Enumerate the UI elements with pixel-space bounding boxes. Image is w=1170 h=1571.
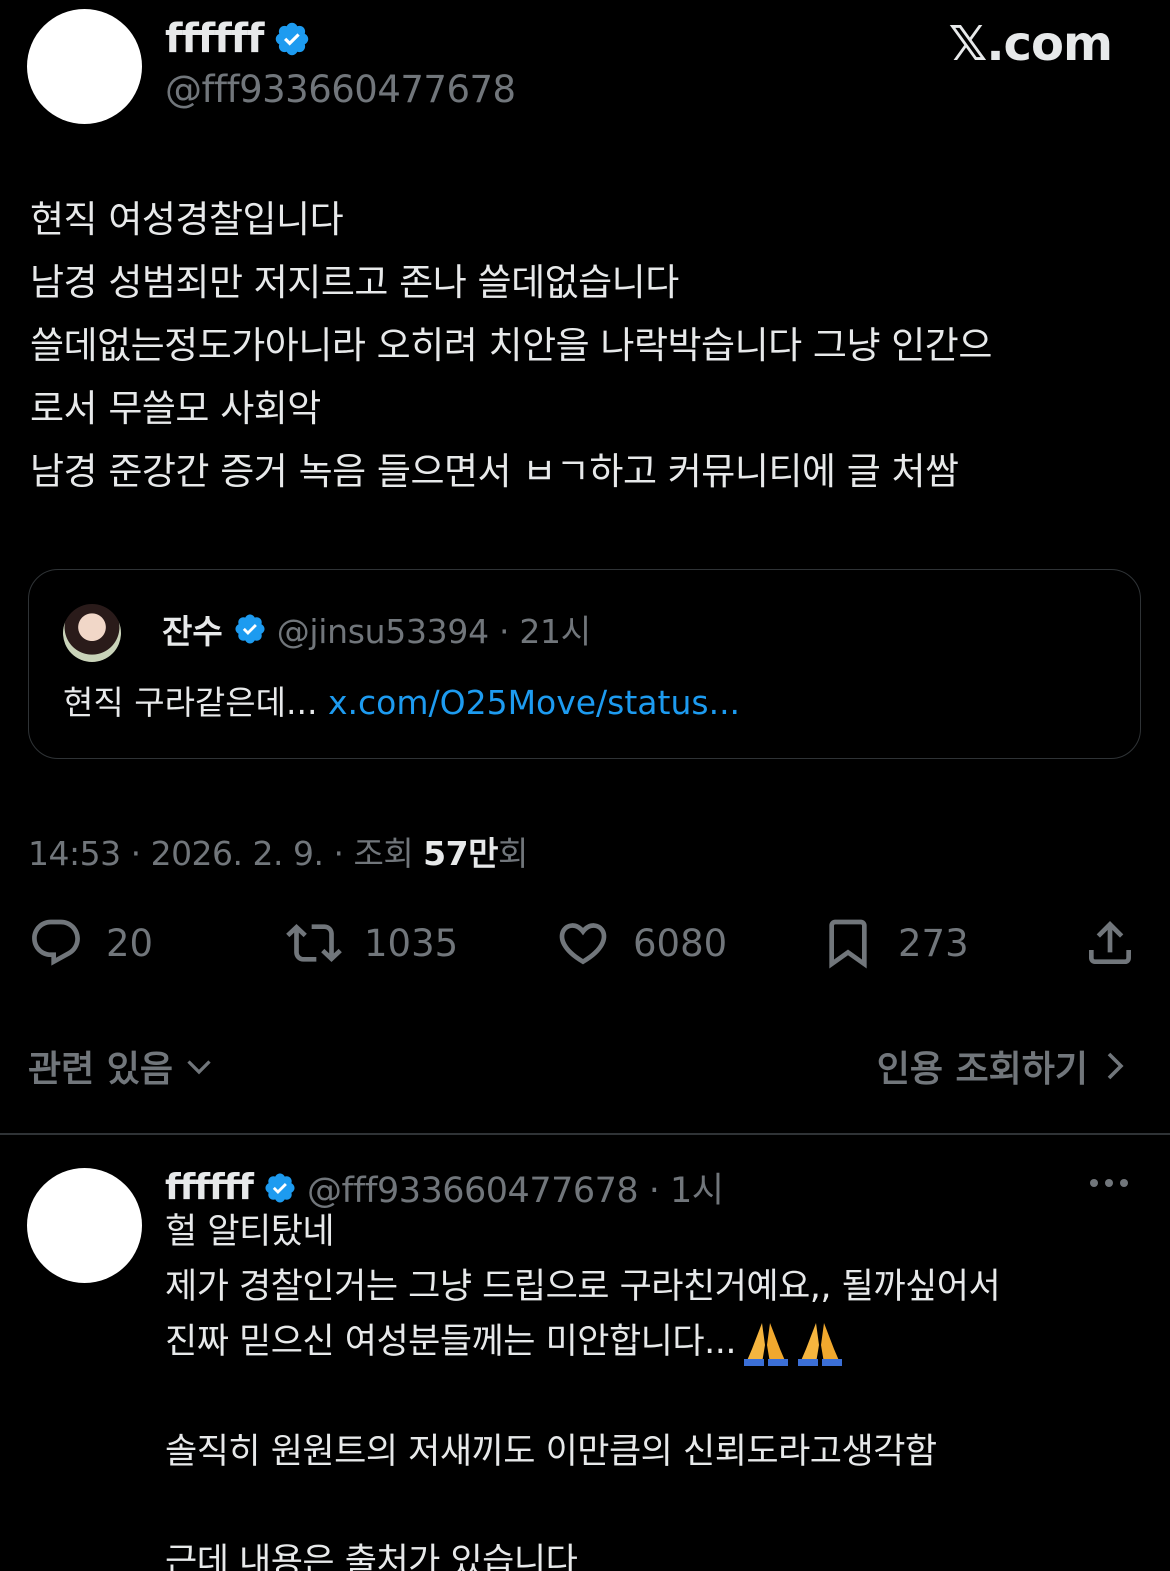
tweet-line: 남경 준강간 증거 녹음 들으면서 ㅂㄱ하고 커뮤니티에 글 처쌈 (30, 450, 959, 493)
quoted-text-row: 현직 구라같은데... x.com/O25Move/status... (63, 676, 740, 724)
tweet-timestamp-views: 14:53 · 2026. 2. 9. · 조회 57만회 (28, 827, 528, 875)
tweet-line: 남경 성범죄만 저지르고 존나 쓸데없습니다 (30, 261, 679, 304)
reply-line-with-emoji: 진짜 믿으신 여성분들께는 미안합니다... (165, 1315, 1145, 1370)
verified-badge-icon (265, 1172, 295, 1203)
timestamp[interactable]: 14:53 · 2026. 2. 9. · 조회 (28, 834, 423, 873)
tweet-line: 쓸데없는정도가아니라 오히려 치안을 나락박습니다 그냥 인간으 (30, 324, 992, 367)
bookmark-icon (829, 919, 867, 969)
tweet-line: 로서 무쓸모 사회악 (30, 387, 321, 430)
like-button[interactable]: 6080 (555, 915, 727, 971)
quoted-tweet-card[interactable]: 잔수 @jinsu53394 · 21시 현직 구라같은데... x.com/O… (28, 569, 1141, 759)
repost-button[interactable]: 1035 (286, 915, 458, 971)
more-options-icon[interactable] (1084, 1168, 1134, 1198)
reply-count: 20 (106, 921, 154, 965)
reply-text: 헐 알티탔네 제가 경찰인거는 그냥 드립으로 구라친거예요,, 될까싶어서 진… (165, 1205, 1145, 1571)
author-display-name[interactable]: ffffff (165, 16, 264, 62)
quoted-author-avatar (63, 604, 121, 662)
reply-line: 근데 내용은 출처가 있습니다 (165, 1542, 578, 1571)
like-count: 6080 (633, 921, 728, 965)
quoted-handle-time: @jinsu53394 · 21시 (276, 612, 591, 651)
related-toggle[interactable]: 관련 있음 (28, 1040, 217, 1092)
reply-author-name[interactable]: ffffff (165, 1167, 254, 1208)
verified-badge-icon (276, 22, 309, 56)
share-button[interactable] (1082, 915, 1138, 971)
tweet-line: 현직 여성경찰입니다 (30, 198, 344, 241)
quoted-author-name: 잔수 (162, 612, 223, 651)
reply-line: 솔직히 원원트의 저새끼도 이만큼의 신뢰도라고생각함 (165, 1432, 937, 1472)
tweet-text: 현직 여성경찰입니다 남경 성범죄만 저지르고 존나 쓸데없습니다 쓸데없는정도… (30, 188, 1145, 503)
view-suffix: 회 (497, 834, 528, 873)
action-bar: 20 1035 6080 273 (0, 915, 1170, 985)
reply-line: 제가 경찰인거는 그냥 드립으로 구라친거예요,, 될까싶어서 (165, 1267, 1001, 1307)
share-icon (1089, 921, 1131, 964)
bookmark-count: 273 (898, 921, 969, 965)
divider (0, 1133, 1170, 1135)
related-label: 관련 있음 (28, 1049, 174, 1090)
author-name-row[interactable]: ffffff (165, 16, 311, 62)
bookmark-button[interactable]: 273 (820, 915, 969, 971)
verified-badge-icon (235, 614, 265, 644)
reply-line: 헐 알티탔네 (165, 1212, 335, 1252)
reply-line (165, 1370, 1145, 1425)
repost-icon (286, 924, 342, 962)
quoted-text: 현직 구라같은데... (63, 683, 318, 722)
heart-icon (559, 923, 607, 965)
reply-button[interactable]: 20 (28, 915, 153, 971)
tweet-detail-page: ffffff @fff933660477678 𝕏.com 현직 여성경찰입니다… (0, 0, 1170, 1571)
quoted-link[interactable]: x.com/O25Move/status... (328, 683, 740, 722)
view-quotes-button[interactable]: 인용 조회하기 (877, 1040, 1130, 1092)
author-handle[interactable]: @fff933660477678 (165, 68, 516, 111)
folded-hands-emoji-icon (743, 1323, 842, 1366)
reply-line: 진짜 믿으신 여성분들께는 미안합니다... (165, 1322, 736, 1362)
repost-count: 1035 (364, 921, 459, 965)
reply-icon (32, 919, 80, 966)
chevron-right-icon (1107, 1052, 1124, 1080)
reply-line (165, 1480, 1145, 1535)
x-logo: 𝕏.com (948, 16, 1113, 72)
view-count: 57만 (423, 834, 498, 873)
reply-author-avatar[interactable] (27, 1168, 142, 1283)
chevron-down-icon (187, 1060, 211, 1075)
author-avatar[interactable] (27, 9, 142, 124)
quoted-author-row: 잔수 @jinsu53394 · 21시 (162, 605, 591, 653)
view-quotes-label: 인용 조회하기 (876, 1049, 1088, 1090)
